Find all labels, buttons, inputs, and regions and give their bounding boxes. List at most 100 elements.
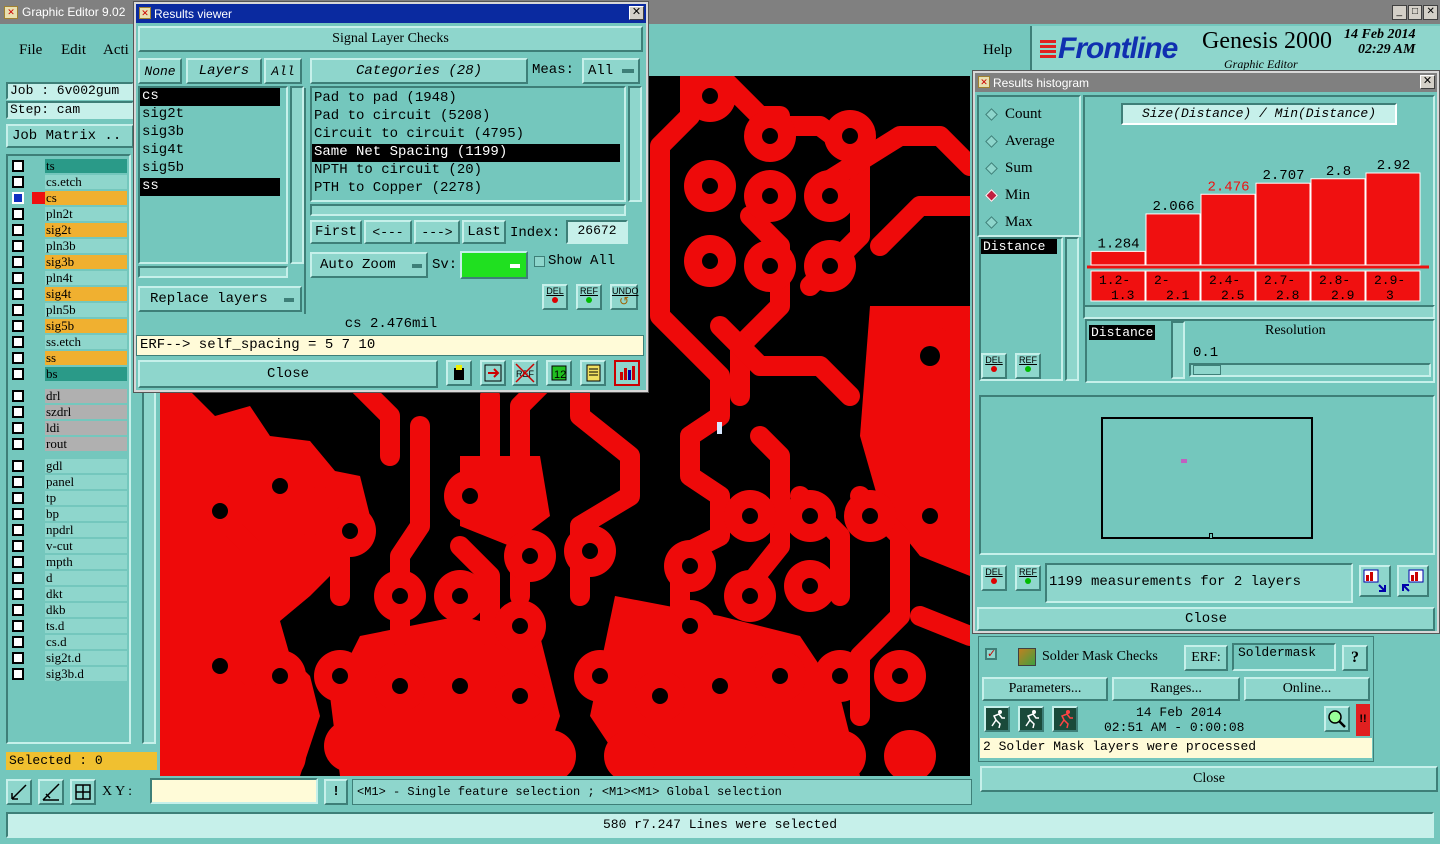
layer-checkbox[interactable] xyxy=(12,208,24,220)
layer-name[interactable]: mpth xyxy=(45,555,127,569)
close-icon[interactable]: ✕ xyxy=(1423,5,1439,20)
rv-layer-hscroll[interactable] xyxy=(138,266,288,278)
layer-name[interactable]: szdrl xyxy=(45,405,127,419)
erf-tool-button[interactable] xyxy=(446,360,472,386)
histogram-hscroll[interactable] xyxy=(1083,305,1435,319)
layer-name[interactable]: cs.d xyxy=(45,635,127,649)
categories-button[interactable]: Categories (28) xyxy=(310,58,528,84)
layer-name[interactable]: npdrl xyxy=(45,523,127,537)
layer-checkbox[interactable] xyxy=(12,460,24,472)
erf-value[interactable]: Soldermask xyxy=(1232,643,1336,671)
layer-name[interactable]: panel xyxy=(45,475,127,489)
measure-tool[interactable] xyxy=(38,779,64,805)
layer-row-sig5b[interactable]: sig5b xyxy=(8,318,129,334)
category-item[interactable]: Pad to circuit (5208) xyxy=(312,108,624,126)
hist-import-button[interactable] xyxy=(1397,565,1429,597)
ref-disabled-button[interactable]: REF xyxy=(512,360,538,386)
layer-row-ts[interactable]: ts xyxy=(8,158,129,174)
field-list-item[interactable]: Distance xyxy=(981,239,1057,254)
layer-checkbox[interactable] xyxy=(12,256,24,268)
layer-checkbox[interactable] xyxy=(12,320,24,332)
rv-layer-item[interactable]: sig3b xyxy=(140,124,286,142)
layer-checkbox[interactable] xyxy=(12,336,24,348)
layer-checkbox[interactable] xyxy=(12,368,24,380)
layer-name[interactable]: sig3b.d xyxy=(45,667,127,681)
rv-layer-item[interactable]: sig4t xyxy=(140,142,286,160)
maximize-icon[interactable]: □ xyxy=(1407,5,1423,20)
category-item[interactable]: Same Net Spacing (1199) xyxy=(312,144,620,162)
layer-row-sig4t[interactable]: sig4t xyxy=(8,286,129,302)
rv-layer-item[interactable]: sig2t xyxy=(140,106,286,124)
grid-tool[interactable] xyxy=(70,779,96,805)
zoom-area-tool[interactable] xyxy=(6,779,32,805)
layer-row-v-cut[interactable]: v-cut xyxy=(8,538,129,554)
help-button[interactable]: ? xyxy=(1342,645,1368,671)
index-input[interactable]: 26672 xyxy=(566,220,628,244)
ranges-button[interactable]: Ranges... xyxy=(1112,677,1240,701)
numbering-tool-button[interactable]: 12 xyxy=(546,360,572,386)
layer-row-ss.etch[interactable]: ss.etch xyxy=(8,334,129,350)
online-button[interactable]: Online... xyxy=(1244,677,1370,701)
first-button[interactable]: First xyxy=(310,220,362,244)
solder-mask-checkbox[interactable]: ✓ xyxy=(985,648,997,660)
layer-checkbox[interactable] xyxy=(12,406,24,418)
layer-checkbox[interactable] xyxy=(12,390,24,402)
histogram-bar[interactable] xyxy=(1145,213,1201,266)
layer-row-sig2t.d[interactable]: sig2t.d xyxy=(8,650,129,666)
layer-checkbox[interactable] xyxy=(12,492,24,504)
mode-label[interactable]: Count xyxy=(1005,106,1042,123)
layer-name[interactable]: sig2t.d xyxy=(45,651,127,665)
layer-row-rout[interactable]: rout xyxy=(8,436,129,452)
main-window-controls[interactable]: _ □ ✕ xyxy=(1392,5,1439,20)
layer-checkbox[interactable] xyxy=(12,176,24,188)
all-layers-button[interactable]: All xyxy=(264,58,302,84)
layer-checkbox[interactable] xyxy=(12,508,24,520)
mode-label[interactable]: Min xyxy=(1005,187,1030,204)
layer-checkbox[interactable] xyxy=(12,540,24,552)
minimize-icon[interactable]: _ xyxy=(1392,5,1407,20)
layer-checkbox[interactable] xyxy=(12,668,24,680)
layer-name[interactable]: cs xyxy=(45,191,127,205)
layer-row-drl[interactable]: drl xyxy=(8,388,129,404)
menu-actions[interactable]: Acti xyxy=(103,42,129,59)
layer-row-gdl[interactable]: gdl xyxy=(8,458,129,474)
meas-select[interactable]: All xyxy=(582,58,640,84)
layer-name[interactable]: gdl xyxy=(45,459,127,473)
layer-name[interactable]: bs xyxy=(45,367,127,381)
erf-label-button[interactable]: ERF: xyxy=(1184,645,1228,671)
resolution-field[interactable]: Distance xyxy=(1089,325,1156,340)
resolution-slider-thumb[interactable] xyxy=(1193,365,1221,375)
layer-name[interactable]: cs.etch xyxy=(45,175,127,189)
layer-checkbox[interactable] xyxy=(12,524,24,536)
layer-name[interactable]: v-cut xyxy=(45,539,127,553)
layer-row-npdrl[interactable]: npdrl xyxy=(8,522,129,538)
run-button-1[interactable] xyxy=(984,706,1010,732)
layer-row-tp[interactable]: tp xyxy=(8,490,129,506)
histogram-close-icon[interactable]: ✕ xyxy=(1420,75,1435,89)
hist-ref-button-2[interactable]: REF xyxy=(1015,565,1041,591)
layer-checkbox[interactable] xyxy=(12,604,24,616)
zoom-results-button[interactable] xyxy=(1324,706,1350,732)
hist-ref-button[interactable]: REF xyxy=(1015,353,1041,379)
layer-name[interactable]: pln3b xyxy=(45,239,127,253)
layer-checkbox[interactable] xyxy=(12,652,24,664)
layer-checkbox[interactable] xyxy=(12,636,24,648)
rv-layer-item[interactable]: sig5b xyxy=(140,160,286,178)
none-button[interactable]: None xyxy=(138,58,182,84)
layer-name[interactable]: d xyxy=(45,571,127,585)
histogram-close-button[interactable]: Close xyxy=(977,607,1435,631)
layer-name[interactable]: sig3b xyxy=(45,255,127,269)
histogram-chart[interactable]: 1.284 1.2-1.3 2.066 2-2.1 2.476 2.4-2.5 2.707 2… xyxy=(1085,133,1433,303)
rv-layer-list[interactable]: cs sig2t sig3b sig4t sig5b ss xyxy=(138,86,288,264)
mode-label[interactable]: Max xyxy=(1005,214,1033,231)
layer-name[interactable]: ss.etch xyxy=(45,335,127,349)
parameters-button[interactable]: Parameters... xyxy=(982,677,1108,701)
layer-row-pln3b[interactable]: pln3b xyxy=(8,238,129,254)
layer-row-mpth[interactable]: mpth xyxy=(8,554,129,570)
category-item[interactable]: Circuit to circuit (4795) xyxy=(312,126,624,144)
prev-button[interactable]: <--- xyxy=(364,220,412,244)
histogram-bar[interactable] xyxy=(1310,178,1366,266)
layer-row-pln4t[interactable]: pln4t xyxy=(8,270,129,286)
rv-layer-item[interactable]: cs xyxy=(140,88,280,106)
layer-checkbox[interactable] xyxy=(12,352,24,364)
